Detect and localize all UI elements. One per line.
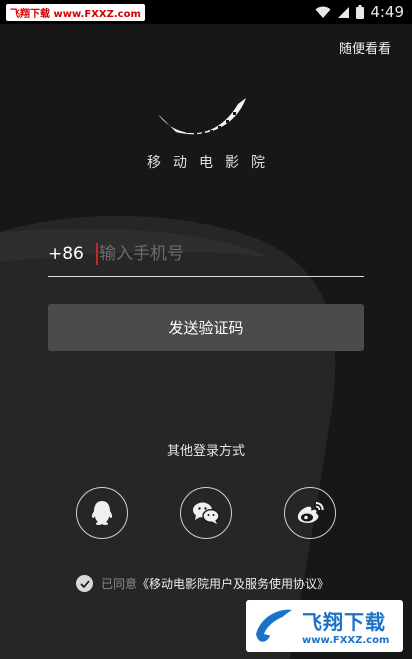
signal-icon: [337, 6, 350, 19]
film-reel-smile-icon: [157, 98, 246, 135]
watermark-badge: 飞翔下载 www.FXXZ.com: [246, 600, 403, 652]
agreement-row: 已同意 《移动电影院用户及服务使用协议》: [76, 575, 329, 592]
other-login-title: 其他登录方式: [166, 444, 245, 459]
wechat-login-button[interactable]: [180, 487, 232, 539]
watermark-url: www.FXXZ.com: [302, 635, 390, 646]
agreement-prefix: 已同意: [101, 577, 138, 591]
wechat-icon: [193, 502, 220, 524]
weibo-login-button[interactable]: [284, 487, 336, 539]
battery-icon: [356, 5, 365, 19]
qq-login-button[interactable]: [76, 487, 128, 539]
text-cursor: [96, 243, 98, 265]
phone-input[interactable]: [99, 244, 339, 264]
status-time: 4:49: [370, 3, 404, 21]
fxxz-logo-icon: [256, 609, 292, 642]
country-code[interactable]: +86: [48, 244, 96, 264]
check-icon: [79, 579, 90, 588]
watermark-title: 飞翔下载: [302, 610, 386, 634]
qq-icon: [91, 501, 113, 525]
weibo-icon: [297, 502, 324, 523]
agreement-checkbox[interactable]: [76, 575, 93, 592]
wifi-icon: [315, 6, 331, 19]
send-code-button[interactable]: 发送验证码: [48, 304, 364, 351]
browse-button[interactable]: 随便看看: [339, 38, 391, 57]
watermark-label: 飞翔下载 www.FXXZ.com: [6, 3, 145, 21]
app-name: 移动电影院: [147, 155, 277, 171]
agreement-link[interactable]: 《移动电影院用户及服务使用协议》: [137, 575, 329, 592]
phone-field-row: +86: [48, 232, 364, 277]
status-bar: 飞翔下载 www.FXXZ.com 4:49: [0, 0, 412, 24]
